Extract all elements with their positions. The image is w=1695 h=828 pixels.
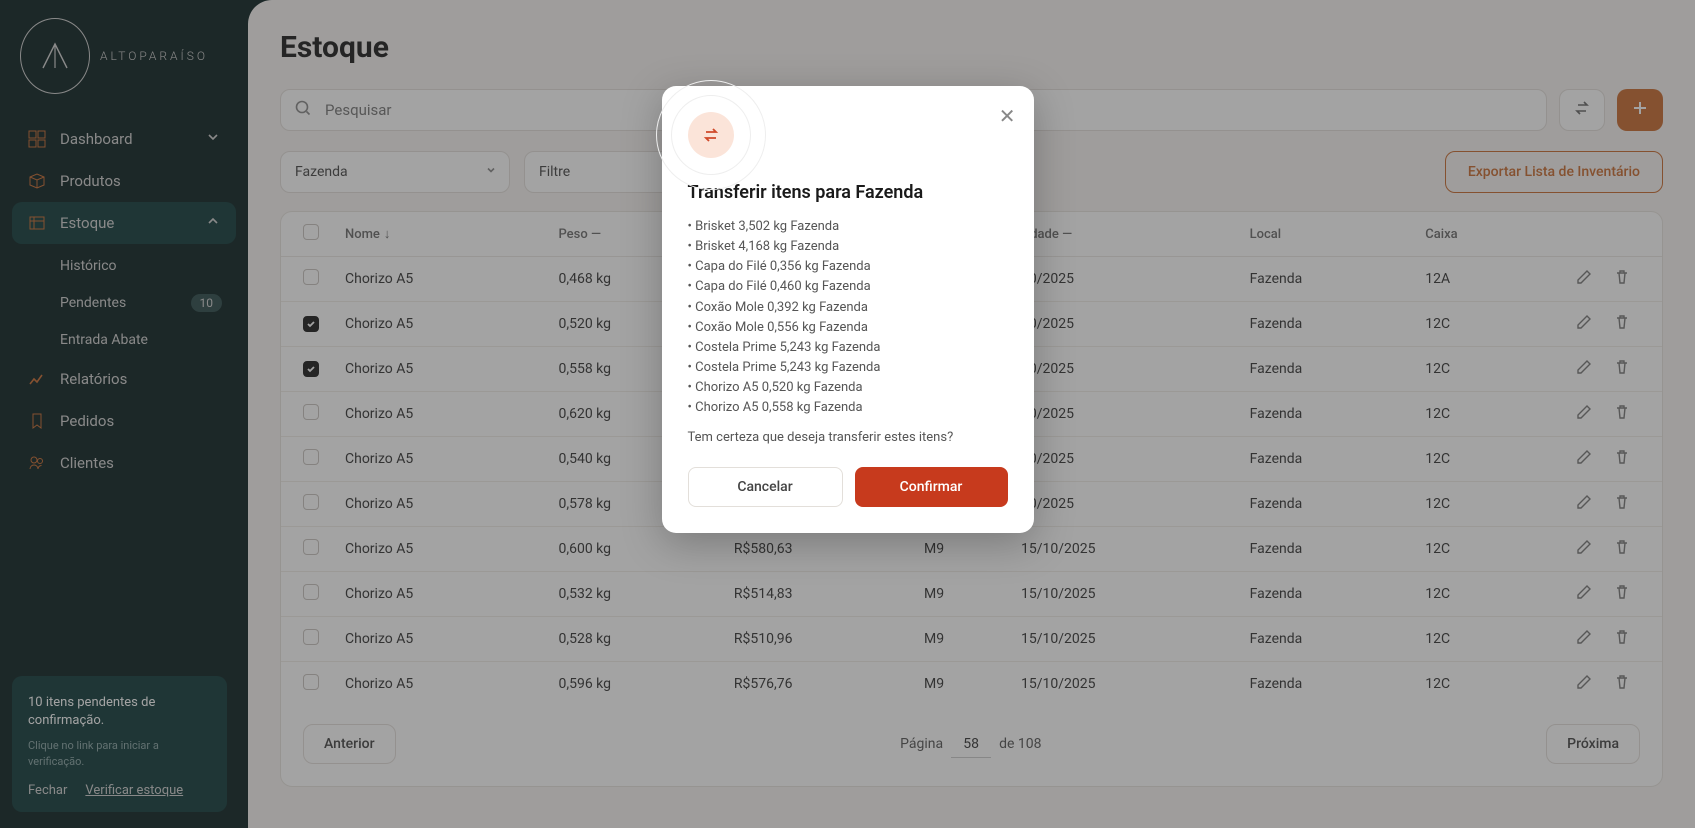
modal-list-item: Coxão Mole 0,556 kg Fazenda	[688, 318, 1008, 338]
modal: ✕ Transferir itens para Fazenda Brisket …	[662, 86, 1034, 533]
modal-list-item: Brisket 3,502 kg Fazenda	[688, 217, 1008, 237]
modal-cancel-button[interactable]: Cancelar	[688, 467, 843, 507]
modal-close-button[interactable]: ✕	[999, 104, 1016, 128]
modal-item-list: Brisket 3,502 kg FazendaBrisket 4,168 kg…	[688, 217, 1008, 418]
modal-list-item: Capa do Filé 0,460 kg Fazenda	[688, 277, 1008, 297]
transfer-icon	[688, 112, 734, 158]
modal-confirm-button[interactable]: Confirmar	[855, 467, 1008, 507]
modal-list-item: Capa do Filé 0,356 kg Fazenda	[688, 257, 1008, 277]
modal-list-item: Coxão Mole 0,392 kg Fazenda	[688, 298, 1008, 318]
modal-list-item: Brisket 4,168 kg Fazenda	[688, 237, 1008, 257]
modal-list-item: Chorizo A5 0,558 kg Fazenda	[688, 398, 1008, 418]
modal-list-item: Chorizo A5 0,520 kg Fazenda	[688, 378, 1008, 398]
modal-title: Transferir itens para Fazenda	[688, 182, 1008, 203]
modal-confirm-text: Tem certeza que deseja transferir estes …	[688, 430, 1008, 445]
modal-list-item: Costela Prime 5,243 kg Fazenda	[688, 358, 1008, 378]
modal-list-item: Costela Prime 5,243 kg Fazenda	[688, 338, 1008, 358]
close-icon: ✕	[999, 104, 1016, 128]
